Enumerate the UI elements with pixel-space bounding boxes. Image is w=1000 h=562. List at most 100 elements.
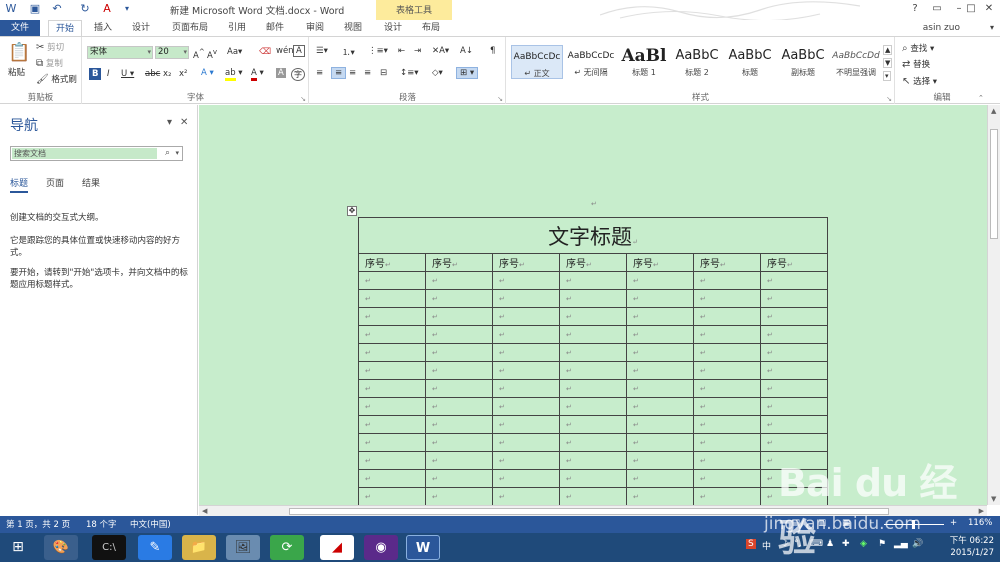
table-cell[interactable]: ↵: [559, 379, 627, 398]
table-cell[interactable]: ↵: [425, 289, 493, 308]
table-cell[interactable]: ↵: [425, 325, 493, 344]
style-subtle-emphasis[interactable]: AaBbCcDd 不明显强调: [830, 45, 882, 79]
table-cell[interactable]: ↵: [425, 361, 493, 380]
table-header-cell[interactable]: 序号↵: [626, 253, 694, 272]
table-cell[interactable]: ↵: [559, 343, 627, 362]
table-cell[interactable]: ↵: [358, 487, 426, 505]
decrease-indent-icon[interactable]: ⇤: [398, 46, 405, 56]
table-cell[interactable]: ↵: [693, 469, 761, 488]
styles-dialog-launcher-icon[interactable]: ↘: [886, 95, 892, 103]
table-cell[interactable]: ↵: [425, 307, 493, 326]
taskbar-refresh-app-icon[interactable]: ⟳: [270, 535, 304, 560]
shading-icon[interactable]: ◇▾: [432, 68, 443, 78]
nav-tab-headings[interactable]: 标题: [10, 176, 29, 193]
table-cell[interactable]: ↵: [760, 325, 828, 344]
shrink-font-icon[interactable]: Av: [207, 47, 217, 61]
table-cell[interactable]: ↵: [559, 433, 627, 452]
font-size-select[interactable]: 20 ▾: [155, 46, 189, 59]
select-button[interactable]: ↖ 选择 ▾: [902, 75, 937, 88]
table-cell[interactable]: ↵: [559, 289, 627, 308]
style-normal[interactable]: AaBbCcDc ↵ 正文: [511, 45, 563, 79]
tab-file[interactable]: 文件: [0, 20, 40, 36]
copy-button[interactable]: ⧉ 复制: [36, 57, 63, 70]
table-cell[interactable]: ↵: [358, 433, 426, 452]
table-header-cell[interactable]: 序号↵: [492, 253, 560, 272]
table-cell[interactable]: ↵: [693, 271, 761, 290]
table-cell[interactable]: ↵: [559, 451, 627, 470]
table-cell[interactable]: ↵: [492, 415, 560, 434]
paste-icon[interactable]: 📋: [8, 42, 30, 63]
table-cell[interactable]: ↵: [760, 433, 828, 452]
taskbar-explorer-icon[interactable]: 📁: [182, 535, 216, 560]
tab-mailings[interactable]: 邮件: [260, 20, 290, 36]
table-cell[interactable]: ↵: [626, 397, 694, 416]
scroll-left-icon[interactable]: ◀: [202, 507, 207, 515]
page-count[interactable]: 第 1 页，共 2 页: [6, 518, 70, 530]
table-cell[interactable]: ↵: [760, 307, 828, 326]
table-cell[interactable]: ↵: [425, 379, 493, 398]
collapse-ribbon-icon[interactable]: ⌃: [978, 94, 984, 102]
scroll-up-icon[interactable]: ▲: [991, 107, 996, 115]
table-cell[interactable]: ↵: [559, 487, 627, 505]
char-border-icon[interactable]: A: [293, 45, 305, 57]
grow-font-icon[interactable]: A^: [193, 47, 205, 61]
clear-format-icon[interactable]: ⌫: [259, 47, 271, 57]
table-cell[interactable]: ↵: [492, 397, 560, 416]
table-cell[interactable]: ↵: [358, 307, 426, 326]
table-cell[interactable]: ↵: [626, 361, 694, 380]
table-cell[interactable]: ↵: [693, 361, 761, 380]
table-cell[interactable]: ↵: [492, 361, 560, 380]
tab-table-layout[interactable]: 布局: [416, 20, 446, 36]
table-cell[interactable]: ↵: [693, 397, 761, 416]
table-cell[interactable]: ↵: [425, 397, 493, 416]
scroll-down-icon[interactable]: ▼: [991, 495, 996, 503]
highlight-color-icon[interactable]: ab ▾: [225, 68, 243, 81]
text-effects-icon[interactable]: A ▾: [201, 68, 214, 78]
find-button[interactable]: ⌕ 查找 ▾: [902, 42, 934, 55]
windows-start-icon[interactable]: ⊞: [4, 535, 32, 560]
tray-ime-indicator[interactable]: 中: [762, 539, 771, 552]
customize-quick-access-icon[interactable]: ▾: [120, 2, 134, 16]
table-cell[interactable]: ↵: [358, 397, 426, 416]
styles-scroll-up-icon[interactable]: ▲: [883, 45, 893, 55]
table-header-cell[interactable]: 序号↵: [760, 253, 828, 272]
taskbar-app-color-icon[interactable]: 🎨: [44, 535, 78, 560]
table-cell[interactable]: ↵: [492, 451, 560, 470]
table-cell[interactable]: ↵: [693, 451, 761, 470]
table-cell[interactable]: ↵: [760, 289, 828, 308]
table-title-cell[interactable]: 文字标题↵: [358, 217, 828, 254]
table-cell[interactable]: ↵: [425, 433, 493, 452]
italic-icon[interactable]: I: [107, 69, 110, 79]
table-cell[interactable]: ↵: [626, 469, 694, 488]
table-cell[interactable]: ↵: [760, 271, 828, 290]
table-cell[interactable]: ↵: [358, 271, 426, 290]
tab-view[interactable]: 视图: [338, 20, 368, 36]
table-cell[interactable]: ↵: [693, 307, 761, 326]
show-marks-icon[interactable]: ¶: [490, 46, 495, 56]
table-cell[interactable]: ↵: [760, 379, 828, 398]
table-cell[interactable]: ↵: [358, 415, 426, 434]
tab-insert[interactable]: 插入: [88, 20, 118, 36]
nav-search-input[interactable]: 搜索文档: [12, 148, 157, 159]
save-icon[interactable]: ▣: [28, 2, 42, 16]
table-cell[interactable]: ↵: [693, 325, 761, 344]
table-cell[interactable]: ↵: [492, 379, 560, 398]
paragraph-dialog-launcher-icon[interactable]: ↘: [497, 95, 503, 103]
format-painter-button[interactable]: 🖌 格式刷: [36, 73, 77, 86]
table-cell[interactable]: ↵: [358, 325, 426, 344]
table-cell[interactable]: ↵: [626, 325, 694, 344]
table-cell[interactable]: ↵: [559, 397, 627, 416]
table-cell[interactable]: ↵: [559, 415, 627, 434]
table-move-handle-icon[interactable]: ✥: [347, 206, 357, 216]
taskbar-terminal-icon[interactable]: C:\: [92, 535, 126, 560]
table-cell[interactable]: ↵: [358, 451, 426, 470]
table-cell[interactable]: ↵: [760, 415, 828, 434]
table-cell[interactable]: ↵: [760, 397, 828, 416]
table-header-cell[interactable]: 序号↵: [425, 253, 493, 272]
styles-scroll-down-icon[interactable]: ▼: [883, 58, 893, 68]
table-cell[interactable]: ↵: [626, 343, 694, 362]
table-header-cell[interactable]: 序号↵: [559, 253, 627, 272]
align-center-icon[interactable]: ≡: [331, 67, 347, 79]
tab-table-design[interactable]: 设计: [378, 20, 408, 36]
table-cell[interactable]: ↵: [693, 487, 761, 505]
